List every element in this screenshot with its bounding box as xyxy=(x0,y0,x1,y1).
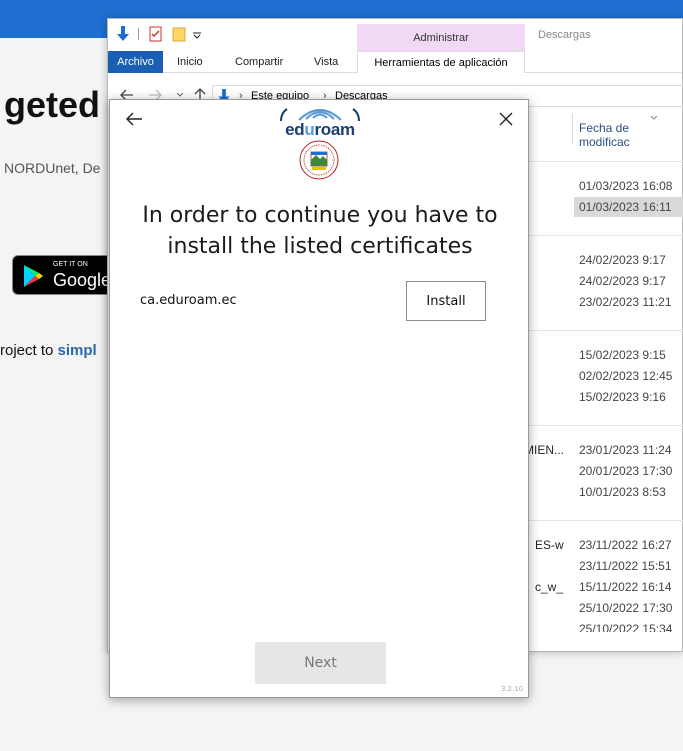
new-folder-icon[interactable] xyxy=(172,26,186,42)
file-date: 15/02/2023 9:15 xyxy=(579,348,666,362)
screen: geted NORDUnet, De GET IT ON Google roje… xyxy=(0,0,683,751)
group-divider xyxy=(528,235,683,236)
eduroam-wordmark: eduroam xyxy=(285,120,355,139)
version-label: 3.2.10 xyxy=(501,685,524,693)
tab-vista[interactable]: Vista xyxy=(314,51,338,73)
file-date: 01/03/2023 16:08 xyxy=(579,179,673,193)
instruction-heading: In order to continue you have to install… xyxy=(142,203,498,259)
tab-inicio[interactable]: Inicio xyxy=(177,51,203,73)
tab-archivo[interactable]: Archivo xyxy=(108,51,163,73)
body-text: roject to xyxy=(0,342,58,359)
download-arrow-icon[interactable] xyxy=(116,26,130,42)
body-link[interactable]: simpl xyxy=(58,342,97,359)
eduroam-logo: eduroam xyxy=(275,104,365,140)
group-divider xyxy=(528,161,683,162)
close-icon[interactable] xyxy=(495,108,517,130)
file-name-fragment: ES-w xyxy=(535,538,564,552)
page-body-fragment: roject to simpl xyxy=(0,342,97,359)
page-title-fragment: geted xyxy=(4,84,101,125)
badge-big-text: Google xyxy=(53,270,112,290)
badge-small-text: GET IT ON xyxy=(53,261,88,268)
eduroam-dialog: eduroam In order to continue you have to… xyxy=(109,99,529,698)
recent-locations-chevron-icon[interactable] xyxy=(176,92,184,98)
file-date: 20/01/2023 17:30 xyxy=(579,464,673,478)
file-date: 23/11/2022 15:51 xyxy=(579,559,672,573)
file-date: 02/02/2023 12:45 xyxy=(579,369,673,383)
group-divider xyxy=(528,330,683,331)
context-tab-group: Administrar Herramientas de aplicación xyxy=(357,24,525,73)
file-date: 25/10/2022 15:34 xyxy=(579,622,673,632)
file-date: 24/02/2023 9:17 xyxy=(579,253,666,267)
certificate-name: ca.eduroam.ec xyxy=(140,293,237,308)
column-separator xyxy=(572,114,573,144)
next-button[interactable]: Next xyxy=(255,642,386,684)
file-date: 10/01/2023 8:53 xyxy=(579,485,666,499)
install-button[interactable]: Install xyxy=(406,281,486,321)
group-divider xyxy=(528,520,683,521)
tab-herramientas[interactable]: Herramientas de aplicación xyxy=(357,51,525,73)
file-date: 15/11/2022 16:14 xyxy=(579,580,672,594)
play-store-icon xyxy=(24,265,43,287)
properties-icon[interactable] xyxy=(149,26,162,42)
file-date: 23/01/2023 11:24 xyxy=(579,443,672,457)
institution-seal-icon xyxy=(299,140,339,180)
file-date: 15/02/2023 9:16 xyxy=(579,390,666,404)
context-group-label: Administrar xyxy=(413,32,469,44)
sort-chevron-icon xyxy=(650,115,658,120)
tab-compartir[interactable]: Compartir xyxy=(235,51,283,73)
back-arrow-icon[interactable] xyxy=(122,108,146,130)
file-date: 23/02/2023 11:21 xyxy=(579,295,672,309)
file-date: 01/03/2023 16:11 xyxy=(579,200,672,214)
file-date: 23/11/2022 16:27 xyxy=(579,538,672,552)
customize-toolbar-chevron-icon[interactable] xyxy=(193,31,201,39)
group-divider xyxy=(528,425,683,426)
file-date: 25/10/2022 17:30 xyxy=(579,601,673,615)
page-subtitle-fragment: NORDUnet, De xyxy=(4,160,101,176)
column-header-fecha[interactable]: Fecha de modificac xyxy=(579,121,682,149)
google-play-badge[interactable]: GET IT ON Google xyxy=(12,255,112,295)
window-title: Descargas xyxy=(538,29,591,41)
file-name-fragment: c_w_ xyxy=(535,580,564,594)
file-name-fragment: MIEN... xyxy=(524,443,565,457)
file-date: 24/02/2023 9:17 xyxy=(579,274,666,288)
